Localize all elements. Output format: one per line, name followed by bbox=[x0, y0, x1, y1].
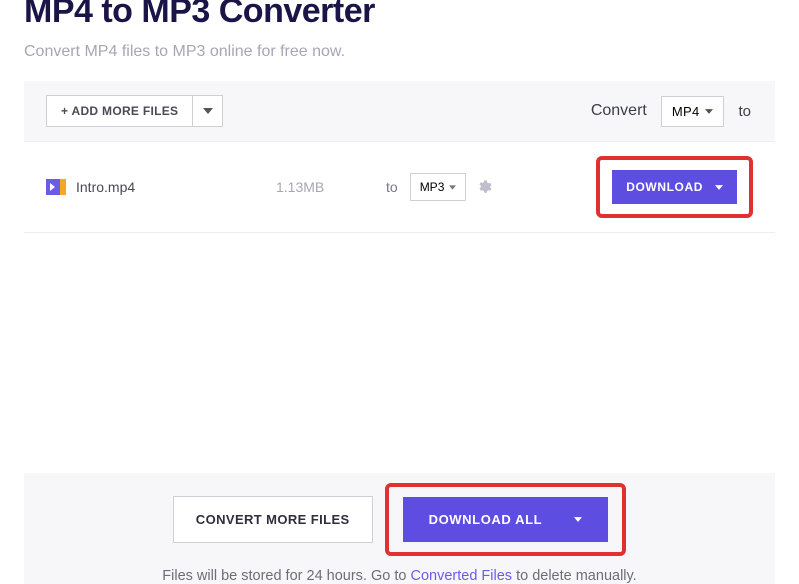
add-more-files-dropdown[interactable] bbox=[193, 95, 223, 127]
download-all-button[interactable]: DOWNLOAD ALL bbox=[403, 497, 609, 542]
download-all-highlight: DOWNLOAD ALL bbox=[385, 483, 627, 556]
convert-label: Convert bbox=[591, 102, 647, 120]
file-row: Intro.mp4 1.13MB to MP3 DOWNLOAD bbox=[24, 142, 775, 233]
file-size: 1.13MB bbox=[276, 179, 386, 195]
converter-panel: + ADD MORE FILES Convert MP4 to Intro.mp… bbox=[24, 81, 775, 584]
converted-files-link[interactable]: Converted Files bbox=[411, 568, 513, 584]
page-title: MP4 to MP3 Converter bbox=[24, 0, 775, 31]
source-format-select[interactable]: MP4 bbox=[661, 96, 725, 127]
chevron-down-icon bbox=[449, 185, 456, 190]
file-name: Intro.mp4 bbox=[76, 179, 276, 195]
add-more-files-button[interactable]: + ADD MORE FILES bbox=[46, 95, 193, 127]
to-label: to bbox=[738, 103, 751, 120]
download-button[interactable]: DOWNLOAD bbox=[612, 170, 737, 204]
download-all-label: DOWNLOAD ALL bbox=[429, 512, 543, 527]
empty-file-area bbox=[24, 233, 775, 473]
download-button-label: DOWNLOAD bbox=[626, 180, 703, 194]
footer-actions: CONVERT MORE FILES DOWNLOAD ALL bbox=[24, 473, 775, 562]
video-file-icon bbox=[46, 179, 66, 195]
footer-note: Files will be stored for 24 hours. Go to… bbox=[24, 568, 775, 584]
target-format-value: MP3 bbox=[420, 180, 445, 194]
file-list: Intro.mp4 1.13MB to MP3 DOWNLOAD bbox=[24, 141, 775, 233]
footer-note-suffix: to delete manually. bbox=[512, 568, 637, 584]
download-highlight: DOWNLOAD bbox=[596, 156, 753, 218]
convert-more-button[interactable]: CONVERT MORE FILES bbox=[173, 496, 373, 543]
chevron-down-icon bbox=[574, 517, 582, 522]
file-to-label: to bbox=[386, 179, 398, 195]
gear-icon bbox=[476, 179, 492, 195]
settings-button[interactable] bbox=[476, 179, 492, 195]
source-format-value: MP4 bbox=[672, 104, 700, 119]
chevron-down-icon bbox=[715, 185, 723, 190]
target-format-select[interactable]: MP3 bbox=[410, 173, 467, 201]
chevron-down-icon bbox=[705, 109, 713, 114]
toolbar: + ADD MORE FILES Convert MP4 to bbox=[24, 81, 775, 141]
page-subtitle: Convert MP4 files to MP3 online for free… bbox=[24, 43, 775, 61]
chevron-down-icon bbox=[203, 108, 213, 114]
footer-note-prefix: Files will be stored for 24 hours. Go to bbox=[162, 568, 410, 584]
